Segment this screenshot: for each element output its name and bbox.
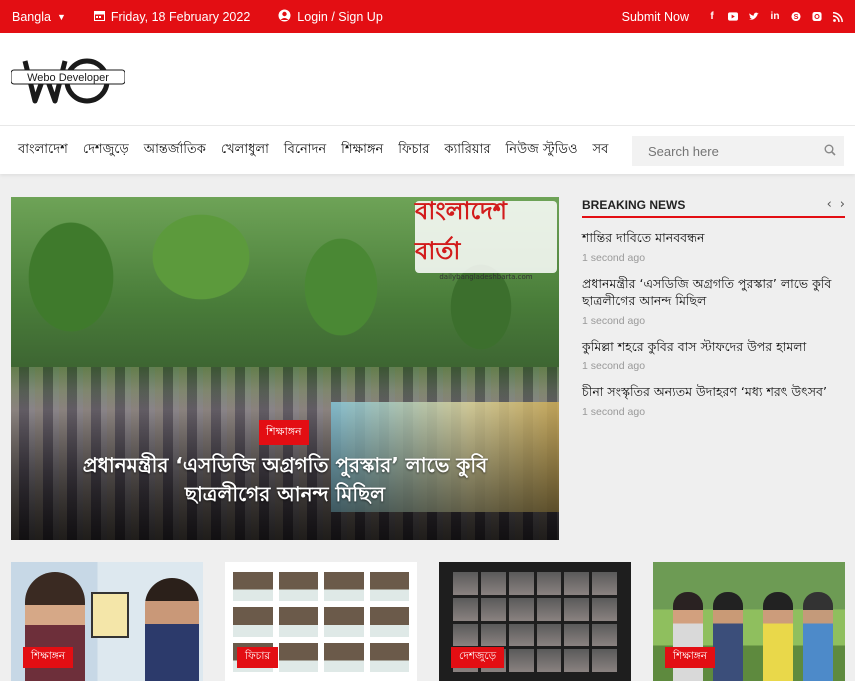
search-icon[interactable] [824, 144, 836, 159]
svg-text:S: S [794, 12, 799, 21]
instagram-icon[interactable] [812, 11, 822, 22]
person-figure [763, 592, 793, 681]
twitter-icon[interactable] [749, 12, 759, 21]
date-display: Friday, 18 February 2022 [93, 9, 251, 24]
calendar-icon [93, 10, 105, 24]
hero-watermark-text: বাংলাদেশ বার্তা [415, 197, 507, 265]
youtube-icon[interactable] [728, 12, 738, 21]
breaking-news-title: BREAKING NEWS [582, 197, 686, 212]
nav-item-education[interactable]: শিক্ষাঙ্গন [341, 140, 383, 161]
search-input[interactable] [648, 143, 824, 159]
nav-item-news-studio[interactable]: নিউজ স্টুডিও [506, 140, 578, 161]
language-selector[interactable]: Bangla ▼ [12, 10, 66, 24]
site-logo[interactable]: Webo Developer [10, 51, 126, 109]
article-card[interactable]: দেশজুড়ে [439, 562, 631, 681]
person-figure [713, 592, 743, 681]
skype-icon[interactable]: S [791, 11, 801, 22]
main-nav: বাংলাদেশ দেশজুড়ে আন্তর্জাতিক খেলাধুলা ব… [0, 125, 855, 174]
article-card-tag[interactable]: শিক্ষাঙ্গন [665, 647, 715, 668]
hero-watermark-small: dailybangladeshbarta.com [439, 273, 533, 281]
breaking-news: BREAKING NEWS ‹ › শান্তির দাবিতে মানববন্… [582, 197, 845, 418]
chevron-left-icon[interactable]: ‹ [827, 197, 832, 212]
language-label: Bangla [12, 9, 51, 24]
nav-item-deshjure[interactable]: দেশজুড়ে [83, 140, 129, 161]
hero-article[interactable]: বাংলাদেশ বার্তা dailybangladeshbarta.com… [11, 197, 559, 540]
nav-item-bangladesh[interactable]: বাংলাদেশ [18, 140, 68, 161]
breaking-news-item-time: 1 second ago [582, 405, 646, 418]
article-card-tag[interactable]: শিক্ষাঙ্গন [23, 647, 73, 668]
breaking-news-item[interactable]: চীনা সংস্কৃতির অন্যতম উদাহরণ ‘মধ্য শরৎ উ… [582, 383, 845, 418]
top-bar: Bangla ▼ Friday, 18 February 2022 Login … [0, 0, 855, 33]
submit-now-link[interactable]: Submit Now [622, 10, 689, 24]
breaking-news-item[interactable]: শান্তির দাবিতে মানববন্ধন 1 second ago [582, 229, 845, 264]
breaking-news-item[interactable]: প্রধানমন্ত্রীর ‘এসডিজি অগ্রগতি পুরস্কার’… [582, 275, 845, 327]
article-card-tag[interactable]: ফিচার [237, 647, 279, 668]
breaking-news-item[interactable]: কুমিল্লা শহরে কুবির বাস স্টাফদের উপর হাম… [582, 338, 845, 373]
breaking-news-item-time: 1 second ago [582, 360, 646, 372]
breaking-news-item-title[interactable]: চীনা সংস্কৃতির অন্যতম উদাহরণ ‘মধ্য শরৎ উ… [582, 383, 845, 401]
person-figure [803, 592, 833, 681]
article-cards: শিক্ষাঙ্গন ফিচার দেশজুড়ে শিক্ষাঙ্গন [11, 562, 845, 681]
nav-item-feature[interactable]: ফিচার [398, 140, 429, 161]
site-header: Webo Developer [0, 33, 855, 125]
linkedin-icon[interactable]: in [770, 11, 780, 22]
date-text: Friday, 18 February 2022 [110, 9, 251, 24]
hero-category-tag[interactable]: শিক্ষাঙ্গন [259, 420, 309, 445]
breaking-news-header: BREAKING NEWS ‹ › [582, 197, 845, 218]
nav-item-international[interactable]: আন্তর্জাতিক [144, 140, 206, 161]
article-card[interactable]: শিক্ষাঙ্গন [11, 562, 203, 681]
breaking-news-item-title[interactable]: প্রধানমন্ত্রীর ‘এসডিজি অগ্রগতি পুরস্কার’… [582, 275, 845, 310]
nav-item-sports[interactable]: খেলাধুলা [221, 140, 269, 161]
sign-figure [91, 592, 129, 638]
chevron-down-icon: ▼ [56, 11, 66, 22]
breaking-news-item-title[interactable]: শান্তির দাবিতে মানববন্ধন [582, 229, 845, 247]
social-links: f in S [707, 11, 843, 22]
login-link[interactable]: Login / Sign Up [278, 9, 383, 25]
facebook-icon[interactable]: f [707, 11, 717, 22]
breaking-news-arrows: ‹ › [827, 197, 845, 212]
article-card[interactable]: শিক্ষাঙ্গন [653, 562, 845, 681]
search-box [632, 136, 844, 166]
article-card[interactable]: ফিচার [225, 562, 417, 681]
nav-item-career[interactable]: ক্যারিয়ার [444, 140, 490, 161]
hero-title[interactable]: প্রধানমন্ত্রীর ‘এসডিজি অগ্রগতি পুরস্কার’… [41, 451, 529, 509]
article-card-tag[interactable]: দেশজুড়ে [451, 647, 505, 668]
person-figure [145, 578, 199, 681]
chevron-right-icon[interactable]: › [840, 197, 845, 212]
nav-item-all[interactable]: সব [593, 140, 609, 161]
logo-text: Webo Developer [27, 72, 109, 84]
hero-watermark: বাংলাদেশ বার্তা dailybangladeshbarta.com [415, 197, 557, 281]
nav-item-entertainment[interactable]: বিনোদন [284, 140, 326, 161]
rss-icon[interactable] [833, 11, 843, 22]
user-icon [278, 9, 291, 25]
breaking-news-item-time: 1 second ago [582, 314, 646, 327]
login-label: Login / Sign Up [297, 9, 383, 24]
breaking-news-item-time: 1 second ago [582, 251, 646, 264]
breaking-news-item-title[interactable]: কুমিল্লা শহরে কুবির বাস স্টাফদের উপর হাম… [582, 338, 845, 356]
